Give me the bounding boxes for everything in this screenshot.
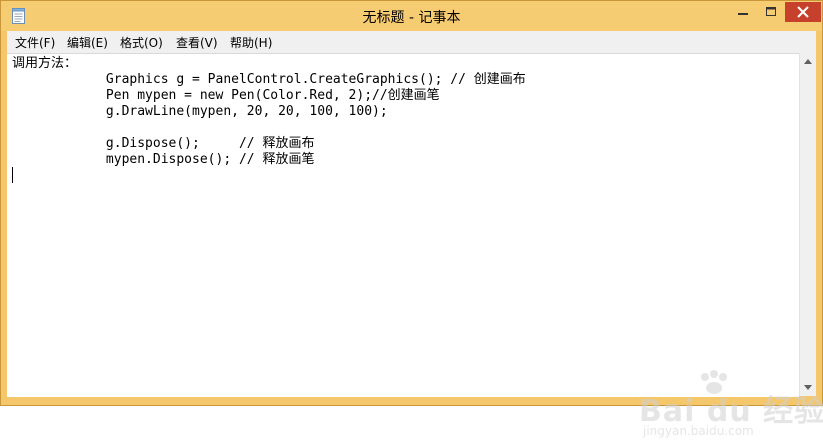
menu-format[interactable]: 格式(O)	[120, 34, 163, 51]
close-icon	[797, 6, 809, 18]
menu-help[interactable]: 帮助(H)	[230, 34, 272, 51]
maximize-button[interactable]	[757, 2, 785, 22]
watermark-url: jingyan.baidu.com	[643, 424, 754, 438]
title-bar[interactable]: 无标题 - 记事本	[1, 1, 822, 31]
text-caret	[12, 167, 13, 183]
minimize-button[interactable]	[729, 2, 757, 22]
close-button[interactable]	[785, 2, 821, 22]
vertical-scrollbar[interactable]	[799, 53, 816, 396]
menu-view[interactable]: 查看(V)	[176, 34, 218, 51]
maximize-icon	[766, 7, 776, 16]
baidu-watermark: Bai du 经验 jingyan.baidu.com	[639, 370, 823, 440]
text-editor[interactable]: 调用方法： Graphics g = PanelControl.CreateGr…	[7, 53, 823, 438]
menu-edit[interactable]: 编辑(E)	[67, 34, 108, 51]
scroll-up-arrow-icon[interactable]	[804, 59, 812, 64]
scroll-down-arrow-icon[interactable]	[804, 385, 812, 390]
menu-file[interactable]: 文件(F)	[15, 34, 55, 51]
menu-bar: 文件(F) 编辑(E) 格式(O) 查看(V) 帮助(H)	[7, 31, 816, 53]
minimize-icon	[738, 13, 748, 15]
editor-content[interactable]: 调用方法： Graphics g = PanelControl.CreateGr…	[12, 56, 526, 168]
window-title: 无标题 - 记事本	[362, 10, 461, 26]
notepad-window: 无标题 - 记事本 文件(F) 编辑(E) 格式(O) 查看(V) 帮助(H) …	[0, 0, 823, 438]
